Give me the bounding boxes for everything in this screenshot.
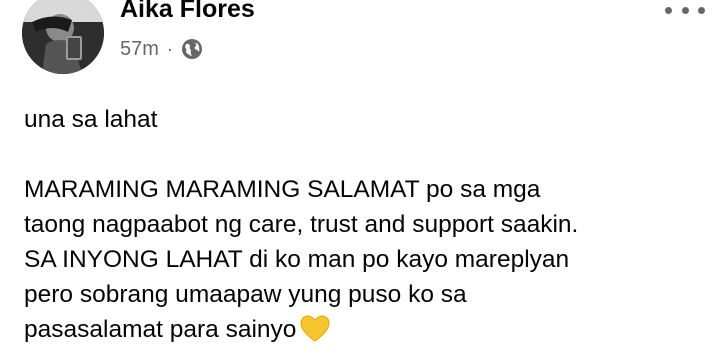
yellow-heart-icon <box>300 315 330 343</box>
post-text: una sa lahat MARAMING MARAMING SALAMAT p… <box>24 102 714 347</box>
avatar[interactable] <box>22 0 104 74</box>
more-dot-icon <box>698 6 705 14</box>
post-header: Aika Flores 57m · <box>0 0 719 80</box>
post-line: pasasalamat para sainyo <box>24 316 297 343</box>
more-dot-icon <box>681 6 689 14</box>
globe-icon[interactable] <box>181 38 203 60</box>
post-line: pero sobrang umaapaw yung puso ko sa <box>24 281 467 308</box>
post-meta: 57m · <box>120 36 203 62</box>
more-options-button[interactable] <box>665 0 705 20</box>
post-line: SA INYONG LAHAT di ko man po kayo marepl… <box>24 246 570 273</box>
author-name[interactable]: Aika Flores <box>120 0 255 24</box>
post-line: una sa lahat <box>24 106 158 133</box>
post-timestamp[interactable]: 57m <box>120 36 159 62</box>
post-line-last: pasasalamat para sainyo <box>24 312 714 347</box>
more-dot-icon <box>665 6 672 14</box>
post-line: MARAMING MARAMING SALAMAT po sa mga <box>24 176 541 203</box>
post-line: taong nagpaabot ng care, trust and suppo… <box>24 211 579 238</box>
meta-separator: · <box>166 39 173 59</box>
